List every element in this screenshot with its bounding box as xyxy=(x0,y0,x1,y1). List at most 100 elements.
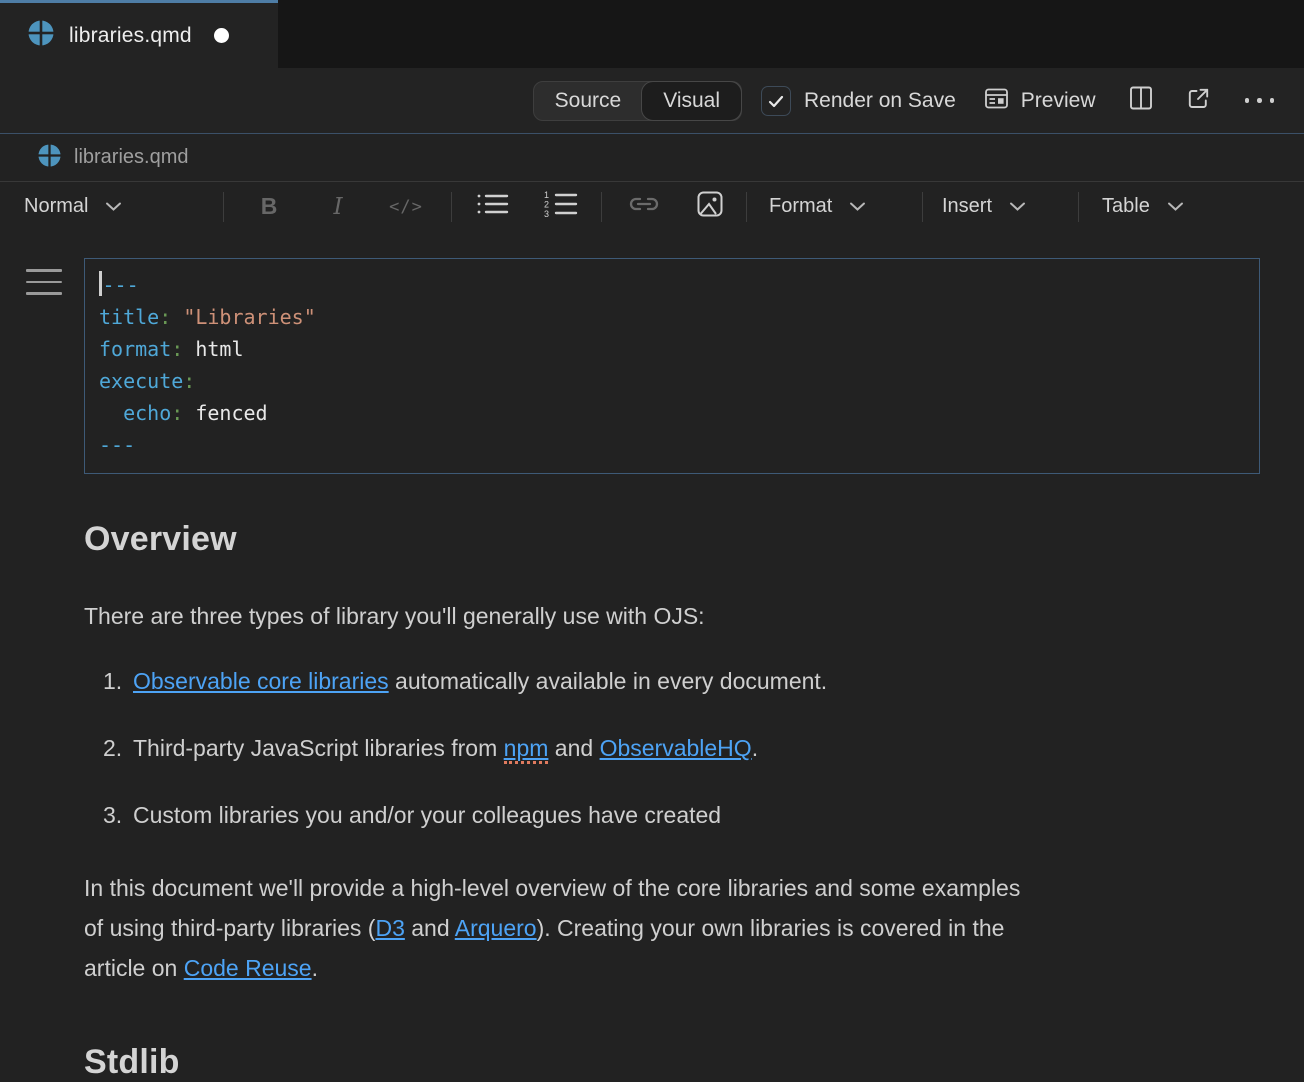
toolbar-divider xyxy=(451,192,452,222)
text-run: automatically available in every documen… xyxy=(389,668,828,694)
code-token: echo xyxy=(99,401,171,425)
visual-mode-button[interactable]: Visual xyxy=(641,81,742,121)
text-run: There are three types of library you'll … xyxy=(84,603,705,629)
open-external-button[interactable] xyxy=(1186,86,1211,116)
svg-text:2: 2 xyxy=(544,200,549,210)
closing-paragraph: In this document we'll provide a high-le… xyxy=(84,868,1234,988)
text-run: . xyxy=(312,955,318,981)
intro-paragraph: There are three types of library you'll … xyxy=(84,601,1260,631)
code-token: execute xyxy=(99,369,183,393)
chevron-down-icon xyxy=(849,201,866,212)
text-run: of using third-party libraries ( xyxy=(84,915,375,941)
library-types-list: 1.Observable core libraries automaticall… xyxy=(84,667,1260,829)
tab-libraries-qmd[interactable]: libraries.qmd xyxy=(0,0,278,68)
text-cursor xyxy=(99,271,102,296)
paragraph-line: article on Code Reuse. xyxy=(84,948,1234,988)
visual-editor-content: ---title: "Libraries"format: htmlexecute… xyxy=(0,231,1304,1082)
table-label: Table xyxy=(1102,195,1150,218)
paragraph-style-label: Normal xyxy=(24,195,88,218)
code-line[interactable]: title: "Libraries" xyxy=(99,301,1245,333)
preview-label: Preview xyxy=(1021,89,1096,113)
code-line[interactable]: execute: xyxy=(99,365,1245,397)
bulleted-list-button[interactable] xyxy=(475,191,511,222)
list-item-text: Third-party JavaScript libraries from np… xyxy=(133,734,758,762)
chevron-down-icon xyxy=(105,201,122,212)
chevron-down-icon xyxy=(1009,201,1026,212)
text-run: . xyxy=(752,735,758,761)
text-run: Custom libraries you and/or your colleag… xyxy=(133,802,721,828)
toolbar-divider xyxy=(922,192,923,222)
link[interactable]: Arquero xyxy=(455,915,537,941)
insert-dropdown[interactable]: Insert xyxy=(942,195,1052,218)
paragraph-style-dropdown[interactable]: Normal xyxy=(24,195,184,218)
link-icon xyxy=(626,192,662,221)
quarto-icon xyxy=(38,144,61,172)
formatting-toolbar: Normal B I </> 1 2 3 xyxy=(0,181,1304,231)
code-token: : xyxy=(183,369,195,393)
render-on-save-control[interactable]: Render on Save xyxy=(761,86,956,116)
svg-text:3: 3 xyxy=(544,209,549,218)
breadcrumb-item-file[interactable]: libraries.qmd xyxy=(38,144,188,172)
paragraph-line: In this document we'll provide a high-le… xyxy=(84,868,1234,908)
render-on-save-label: Render on Save xyxy=(804,89,956,113)
list-item: 3.Custom libraries you and/or your colle… xyxy=(84,801,1260,829)
text-run: and xyxy=(405,915,455,941)
preview-icon xyxy=(983,85,1010,117)
editor-header: Source Visual Render on Save Preview xyxy=(0,68,1304,134)
code-line[interactable]: echo: fenced xyxy=(99,397,1245,429)
code-token: format xyxy=(99,337,171,361)
preview-button[interactable]: Preview xyxy=(983,85,1096,117)
list-item-text: Observable core libraries automatically … xyxy=(133,667,827,695)
list-marker: 2. xyxy=(103,734,133,762)
yaml-front-matter-block[interactable]: ---title: "Libraries"format: htmlexecute… xyxy=(84,258,1260,474)
modified-indicator[interactable] xyxy=(214,28,229,43)
bold-button[interactable]: B xyxy=(249,193,289,220)
stdlib-heading: Stdlib xyxy=(84,1043,1260,1082)
block-menu-icon[interactable] xyxy=(26,269,62,295)
code-token: --- xyxy=(103,273,139,297)
code-token: title xyxy=(99,305,159,329)
text-run: and xyxy=(548,735,599,761)
list-item: 2.Third-party JavaScript libraries from … xyxy=(84,734,1260,762)
paragraph-line: of using third-party libraries (D3 and A… xyxy=(84,908,1234,948)
code-line[interactable]: format: html xyxy=(99,333,1245,365)
code-line[interactable]: --- xyxy=(99,429,1245,461)
text-run: Third-party JavaScript libraries from xyxy=(133,735,504,761)
link[interactable]: Code Reuse xyxy=(184,955,312,981)
code-token: : xyxy=(171,401,183,425)
editor-window: libraries.qmd Source Visual Render on Sa… xyxy=(0,0,1304,1046)
code-token: "Libraries" xyxy=(183,305,315,329)
link-button[interactable] xyxy=(626,192,662,221)
numbered-list-button[interactable]: 1 2 3 xyxy=(543,190,579,223)
code-token: html xyxy=(183,337,243,361)
link[interactable]: ObservableHQ xyxy=(600,735,752,761)
format-dropdown[interactable]: Format xyxy=(769,195,893,218)
image-icon xyxy=(695,189,725,224)
overview-heading: Overview xyxy=(84,520,1260,559)
insert-label: Insert xyxy=(942,195,992,218)
breadcrumb: libraries.qmd xyxy=(0,134,1304,181)
link[interactable]: npm xyxy=(504,735,549,764)
italic-button[interactable]: I xyxy=(318,194,358,220)
inline-code-button[interactable]: </> xyxy=(383,197,429,217)
source-mode-button[interactable]: Source xyxy=(534,81,643,121)
link[interactable]: Observable core libraries xyxy=(133,668,389,694)
list-marker: 1. xyxy=(103,667,133,695)
image-button[interactable] xyxy=(695,189,725,224)
list-marker: 3. xyxy=(103,801,133,829)
more-actions-button[interactable] xyxy=(1245,98,1275,103)
numbered-list-icon: 1 2 3 xyxy=(543,190,579,223)
text-run: In this document we'll provide a high-le… xyxy=(84,875,1020,901)
code-token xyxy=(171,305,183,329)
quarto-icon xyxy=(28,20,54,51)
table-dropdown[interactable]: Table xyxy=(1102,195,1212,218)
code-token: : xyxy=(159,305,171,329)
svg-text:1: 1 xyxy=(544,190,549,200)
toolbar-divider xyxy=(1078,192,1079,222)
ellipsis-icon xyxy=(1245,98,1275,103)
split-editor-button[interactable] xyxy=(1128,84,1154,117)
render-on-save-checkbox[interactable] xyxy=(761,86,791,116)
tab-bar-empty xyxy=(278,0,1304,68)
link[interactable]: D3 xyxy=(375,915,404,941)
code-line[interactable]: --- xyxy=(99,269,1245,301)
